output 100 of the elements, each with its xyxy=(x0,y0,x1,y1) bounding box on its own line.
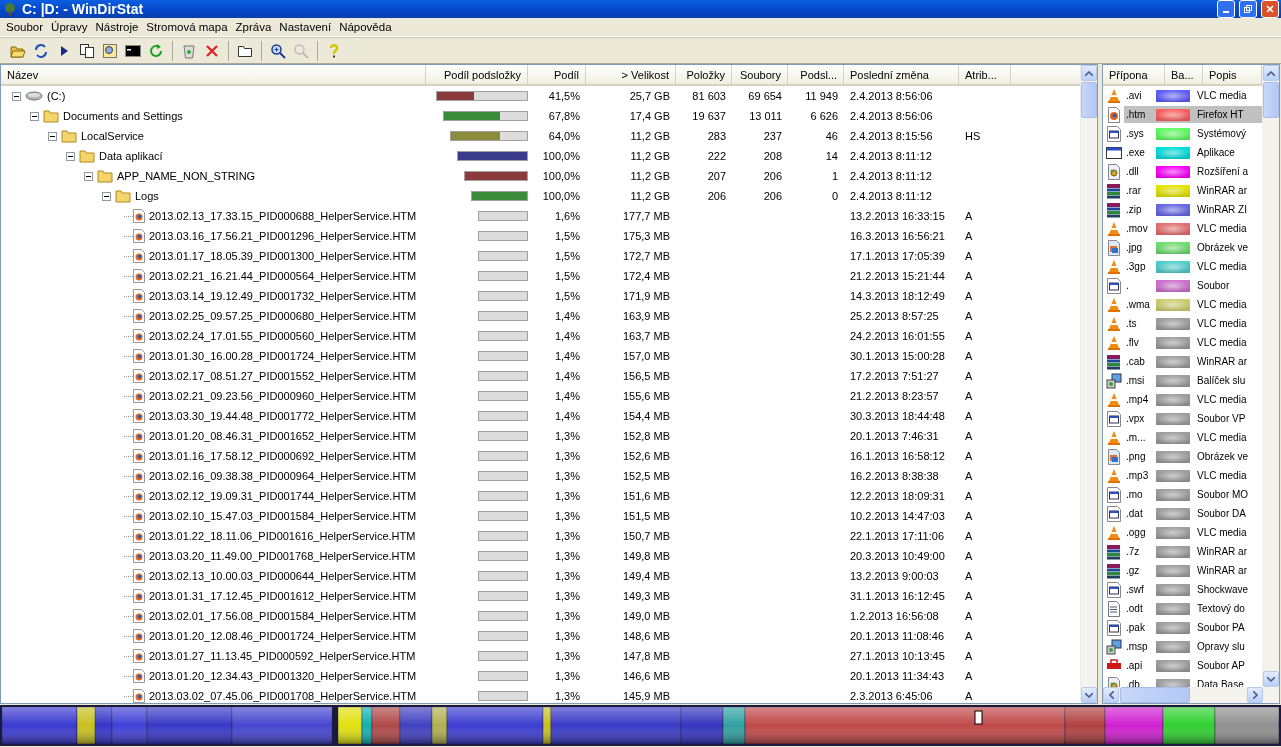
item-name: APP_NAME_NON_STRING xyxy=(117,170,256,182)
menu-item[interactable]: Stromová mapa xyxy=(142,21,232,33)
size-cell-text: 154,4 MB xyxy=(621,410,671,422)
extension-item[interactable]: .7z WinRAR ar xyxy=(1124,543,1262,560)
extension-item[interactable]: .flv VLC media xyxy=(1124,334,1262,351)
extension-item[interactable]: .swf Shockwave xyxy=(1124,581,1262,598)
books-icon xyxy=(1106,182,1122,199)
extension-item[interactable]: .vpx Soubor VP xyxy=(1124,410,1262,427)
scroll-thumb[interactable] xyxy=(1081,82,1097,118)
extension-item[interactable]: .mov VLC media xyxy=(1124,220,1262,237)
item-name: 2013.02.10_15.47.03_PID001584_HelperService.HTM xyxy=(149,510,417,522)
extension-item[interactable]: .zip WinRAR ZI xyxy=(1124,201,1262,218)
menu-item[interactable]: Nápověda xyxy=(335,21,396,33)
extension-item[interactable]: .exe Aplikace xyxy=(1124,144,1262,161)
extension-item[interactable]: .3gp VLC media xyxy=(1124,258,1262,275)
extension-item[interactable]: .htm Firefox HT xyxy=(1124,106,1262,123)
size-cell-text: 148,6 MB xyxy=(621,630,671,642)
column-header[interactable]: Ba... xyxy=(1165,65,1203,84)
collapse-toggle[interactable] xyxy=(29,111,39,121)
scroll-up-button[interactable] xyxy=(1081,65,1097,81)
scroll-right-button[interactable] xyxy=(1247,687,1263,703)
column-header[interactable]: Podíl podsložky xyxy=(426,65,528,84)
subtree-share-bar xyxy=(478,251,528,261)
extension-item[interactable]: .jpg Obrázek ve xyxy=(1124,239,1262,256)
item-name: 2013.01.20_12.08.46_PID001724_HelperService.HTM xyxy=(149,630,417,642)
menu-item[interactable]: Nastavení xyxy=(275,21,336,33)
column-header[interactable]: Podsl... xyxy=(788,65,844,84)
column-header[interactable]: Název xyxy=(1,65,426,84)
modified-cell-text: 16.2.2013 8:38:38 xyxy=(849,470,940,482)
collapse-toggle[interactable] xyxy=(101,191,111,201)
scroll-left-button[interactable] xyxy=(1103,687,1119,703)
modified-cell-text: 16.1.2013 16:58:12 xyxy=(849,450,946,462)
column-header[interactable]: Položky xyxy=(676,65,732,84)
scroll-up-button[interactable] xyxy=(1263,65,1279,81)
close-button[interactable] xyxy=(1261,0,1279,18)
column-header[interactable]: Soubory xyxy=(732,65,788,84)
extension-item[interactable]: .png Obrázek ve xyxy=(1124,448,1262,465)
column-header[interactable]: Poslední změna xyxy=(844,65,959,84)
attributes-cell-text: A xyxy=(964,310,974,322)
vertical-scrollbar[interactable] xyxy=(1080,65,1097,703)
extension-item[interactable]: .ogg VLC media xyxy=(1124,524,1262,541)
collapse-toggle[interactable] xyxy=(47,131,57,141)
subtree-share-bar xyxy=(478,471,528,481)
restore-button[interactable] xyxy=(1239,0,1257,18)
subtree-share-bar xyxy=(478,691,528,701)
files-cell-text: 69 654 xyxy=(747,90,783,102)
extension-item[interactable]: .msi Balíček slu xyxy=(1124,372,1262,389)
extension-item[interactable]: .mp4 VLC media xyxy=(1124,391,1262,408)
extension-item[interactable]: .avi VLC media xyxy=(1124,87,1262,104)
extension-item[interactable]: .msp Opravy slu xyxy=(1124,638,1262,655)
menu-item[interactable]: Úpravy xyxy=(47,21,92,33)
attributes-cell-text: A xyxy=(964,210,974,222)
extension-item[interactable]: .gz WinRAR ar xyxy=(1124,562,1262,579)
extension-item[interactable]: .api Soubor AP xyxy=(1124,657,1262,674)
extension-item[interactable]: . Soubor xyxy=(1124,277,1262,294)
extension-item[interactable]: .mp3 VLC media xyxy=(1124,467,1262,484)
extension-item[interactable]: .odt Textový do xyxy=(1124,600,1262,617)
item-name: Logs xyxy=(135,190,159,202)
share-cell-text: 1,3% xyxy=(553,550,581,562)
item-name: 2013.03.16_17.56.21_PID001296_HelperService.HTM xyxy=(149,230,417,242)
extension-item[interactable]: .ts VLC media xyxy=(1124,315,1262,332)
extension-item[interactable]: .dll Rozšíření a xyxy=(1124,163,1262,180)
installer-icon xyxy=(1106,638,1122,655)
collapse-toggle[interactable] xyxy=(83,171,93,181)
scroll-thumb[interactable] xyxy=(1263,82,1279,118)
scroll-thumb[interactable] xyxy=(1120,687,1190,703)
size-cell-text: 163,7 MB xyxy=(621,330,671,342)
extension-description: Systémový xyxy=(1196,128,1246,139)
window-document-icon xyxy=(1106,410,1122,427)
collapse-toggle[interactable] xyxy=(65,151,75,161)
traffic-cone-icon xyxy=(1106,334,1122,351)
extension-name: .rar xyxy=(1125,185,1142,196)
column-header[interactable]: Podíl xyxy=(528,65,586,84)
extension-item[interactable]: .cab WinRAR ar xyxy=(1124,353,1262,370)
books-icon xyxy=(1106,201,1122,218)
extension-item[interactable]: .dat Soubor DA xyxy=(1124,505,1262,522)
close-icon xyxy=(1266,5,1274,13)
scroll-down-button[interactable] xyxy=(1081,687,1097,703)
menu-item[interactable]: Soubor xyxy=(2,21,48,33)
column-header[interactable]: > Velikost xyxy=(586,65,676,84)
vertical-scrollbar[interactable] xyxy=(1262,65,1279,687)
column-header[interactable]: Atrib... xyxy=(959,65,1011,84)
horizontal-scrollbar[interactable] xyxy=(1103,687,1279,703)
items-cell-text: 19 637 xyxy=(691,110,727,122)
extension-item[interactable]: .mo Soubor MO xyxy=(1124,486,1262,503)
extension-item[interactable]: .sys Systémový xyxy=(1124,125,1262,142)
collapse-toggle[interactable] xyxy=(11,91,21,101)
extension-item[interactable]: .m... VLC media xyxy=(1124,429,1262,446)
extension-description: VLC media xyxy=(1196,318,1247,329)
menu-item[interactable]: Zpráva xyxy=(231,21,276,33)
column-header[interactable]: Přípona xyxy=(1103,65,1165,84)
extension-item[interactable]: .pak Soubor PA xyxy=(1124,619,1262,636)
extension-item[interactable]: .rar WinRAR ar xyxy=(1124,182,1262,199)
size-cell-text: 11,2 GB xyxy=(629,190,671,202)
attributes-cell-text: A xyxy=(964,550,974,562)
attributes-cell-text: A xyxy=(964,670,974,682)
menu-item[interactable]: Nástroje xyxy=(91,21,143,33)
extension-item[interactable]: .wma VLC media xyxy=(1124,296,1262,313)
minimize-button[interactable] xyxy=(1217,0,1235,18)
scroll-down-button[interactable] xyxy=(1263,671,1279,687)
